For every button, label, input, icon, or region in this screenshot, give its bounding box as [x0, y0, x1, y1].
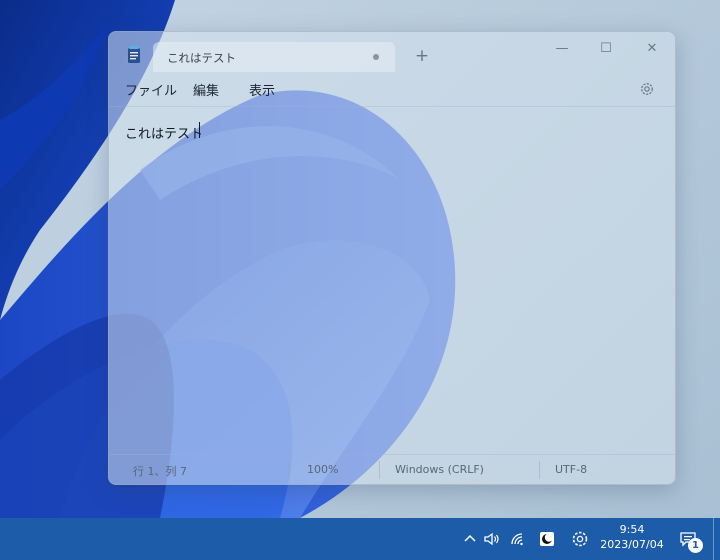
maximize-button[interactable]: ☐ [583, 36, 629, 62]
taskbar: 9:54 2023/07/04 1 [0, 518, 720, 560]
wifi-icon[interactable] [508, 529, 528, 549]
line-ending[interactable]: Windows (CRLF) [395, 463, 484, 476]
title-bar[interactable]: これはテスト + — ☐ ✕ [109, 32, 675, 72]
menu-bar: ファイル 編集 表示 [109, 72, 675, 106]
zoom-level[interactable]: 100% [307, 463, 338, 476]
tab-title: これはテスト [167, 51, 236, 65]
new-tab-button[interactable]: + [409, 44, 435, 68]
settings-gear-icon[interactable] [639, 81, 655, 97]
status-bar: 行 1、列 7 100% Windows (CRLF) UTF-8 [109, 454, 675, 484]
gear-icon[interactable] [570, 529, 590, 549]
volume-icon[interactable] [482, 529, 502, 549]
minimize-button[interactable]: — [539, 36, 585, 62]
show-desktop-button[interactable] [713, 518, 720, 560]
clock[interactable]: 9:54 2023/07/04 [596, 522, 668, 558]
status-separator [539, 461, 540, 479]
clock-date: 2023/07/04 [600, 538, 664, 551]
notepad-app-icon [128, 46, 140, 63]
unsaved-indicator-icon [373, 54, 379, 60]
menu-file[interactable]: ファイル [125, 80, 177, 99]
cursor-position: 行 1、列 7 [133, 465, 187, 478]
encoding[interactable]: UTF-8 [555, 463, 587, 476]
notepad-window: これはテスト + — ☐ ✕ ファイル 編集 表示 これはテスト 行 1、列 7… [108, 31, 676, 485]
status-separator [379, 461, 380, 479]
status-separator [289, 461, 290, 479]
notification-count-badge: 1 [688, 538, 703, 553]
night-light-icon[interactable] [537, 529, 557, 549]
close-button[interactable]: ✕ [629, 36, 675, 62]
menu-edit[interactable]: 編集 [193, 80, 219, 99]
tab-document[interactable]: これはテスト [153, 42, 395, 72]
text-editor[interactable]: これはテスト [109, 106, 675, 451]
menu-view[interactable]: 表示 [249, 80, 275, 99]
chevron-up-icon[interactable] [460, 529, 480, 549]
clock-time: 9:54 [619, 523, 645, 536]
editor-content: これはテスト [125, 127, 204, 142]
text-caret [199, 122, 200, 138]
